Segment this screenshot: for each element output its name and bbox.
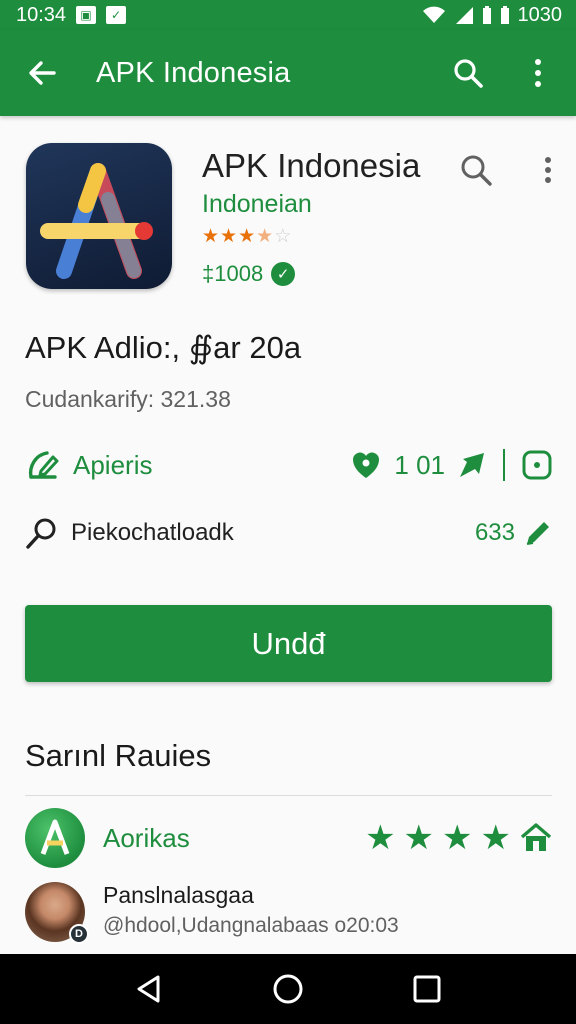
- app-bar-actions: [448, 53, 558, 93]
- star-empty-icon: ☆: [274, 226, 292, 247]
- frame-square-icon[interactable]: [521, 449, 553, 481]
- status-right: 1030: [422, 3, 563, 27]
- battery-icon: [500, 6, 509, 24]
- send-arrow-icon[interactable]: [457, 450, 487, 480]
- status-time: 10:34: [16, 3, 67, 26]
- battery-time: 1030: [517, 3, 563, 26]
- header-more-button[interactable]: [528, 150, 568, 190]
- review-app-label: Aorikas: [103, 822, 190, 853]
- apieris-label: Apieris: [73, 449, 153, 480]
- piekochatloadk-row[interactable]: Piekochatloadk 633: [25, 510, 553, 556]
- downloads-row: ‡1008 ✓: [202, 261, 296, 287]
- app-name: APK Indonesia: [202, 147, 421, 184]
- wifi-icon: [422, 6, 445, 23]
- status-left: 10:34 ▣ ✓: [16, 3, 127, 27]
- shield-heart-icon: [353, 452, 380, 478]
- search-icon: [454, 59, 483, 88]
- nav-recents-button[interactable]: [397, 959, 457, 1019]
- piekochatloadk-value: 633: [474, 519, 515, 546]
- apieris-value: 1 01: [394, 449, 445, 480]
- review-item[interactable]: D Panslnalasgaa @hdool,Udangnalabaas o20…: [25, 880, 553, 944]
- letter-a-logo-icon: [40, 819, 70, 855]
- letter-a-logo-icon: [40, 163, 153, 279]
- separator: [503, 449, 505, 481]
- signal-icon: [455, 7, 473, 24]
- status-bar: 10:34 ▣ ✓ 1030: [0, 0, 576, 30]
- install-button[interactable]: Undđ: [25, 605, 552, 682]
- star-half-icon: ★: [256, 226, 274, 247]
- avatar-badge: D: [69, 924, 89, 944]
- header-search-button[interactable]: [456, 150, 496, 190]
- app-bar-title: APK Indonesia: [96, 56, 291, 89]
- home-icon[interactable]: [519, 821, 553, 855]
- developer-link[interactable]: Indoneian: [202, 190, 312, 219]
- review-stars: ★ ★ ★ ★: [365, 821, 553, 855]
- rating-stars: ★ ★ ★ ★ ☆: [202, 225, 291, 248]
- search-button[interactable]: [448, 53, 488, 93]
- star-icon: ★: [202, 226, 220, 247]
- back-button[interactable]: [22, 53, 62, 93]
- avatar: D: [25, 882, 89, 944]
- app-bar: APK Indonesia: [0, 30, 576, 116]
- apieris-actions: 1 01: [350, 449, 553, 481]
- nav-home-button[interactable]: [258, 959, 318, 1019]
- more-vert-icon: [535, 59, 541, 87]
- star-icon: ★: [238, 226, 256, 247]
- review-app-icon: [25, 808, 85, 868]
- search-icon: [461, 155, 492, 186]
- notification-icon: ▣: [76, 6, 97, 24]
- piekochatloadk-label: Piekochatloadk: [71, 519, 234, 546]
- home-circle-icon: [273, 974, 303, 1004]
- apieris-row[interactable]: Apieris 1 01: [25, 440, 553, 490]
- star-icon: ★: [403, 819, 435, 857]
- review-app-row[interactable]: Aorikas ★ ★ ★ ★: [25, 807, 553, 869]
- recents-square-icon: [413, 975, 441, 1003]
- pencil-icon[interactable]: [523, 518, 553, 548]
- back-triangle-icon: [137, 975, 160, 1003]
- check-notification-icon: ✓: [106, 6, 127, 24]
- star-icon: ★: [365, 819, 396, 857]
- star-icon: ★: [442, 819, 473, 857]
- battery-saver-icon: [482, 6, 491, 24]
- nav-back-button[interactable]: [119, 959, 179, 1019]
- reviews-section-title: Sarınl Rauies: [25, 738, 212, 773]
- edit-pencil-circle-icon: [28, 451, 59, 479]
- app-icon[interactable]: [26, 143, 172, 289]
- downloads-count: ‡1008: [202, 261, 264, 286]
- star-icon: ★: [480, 819, 511, 857]
- app-subtitle: APK Adlio:, ∯ar 20a: [25, 330, 302, 365]
- arrow-back-icon: [29, 61, 56, 85]
- overflow-menu-button[interactable]: [518, 53, 558, 93]
- piekochatloadk-right: 633: [475, 518, 553, 548]
- verified-check-icon: ✓: [271, 262, 296, 286]
- reviewer-name: Panslnalasgaa: [103, 882, 254, 908]
- star-icon: ★: [220, 226, 238, 247]
- more-vert-icon: [545, 157, 551, 183]
- divider: [25, 795, 552, 796]
- screen: 10:34 ▣ ✓ 1030 APK Indonesia APK Indones…: [0, 0, 576, 1024]
- reviewer-meta: @hdool,Udangnalabaas o20:03: [103, 914, 399, 937]
- system-nav-bar: [0, 954, 576, 1024]
- app-meta: Cudankarify: 321.38: [25, 386, 231, 412]
- search-icon: [26, 518, 56, 549]
